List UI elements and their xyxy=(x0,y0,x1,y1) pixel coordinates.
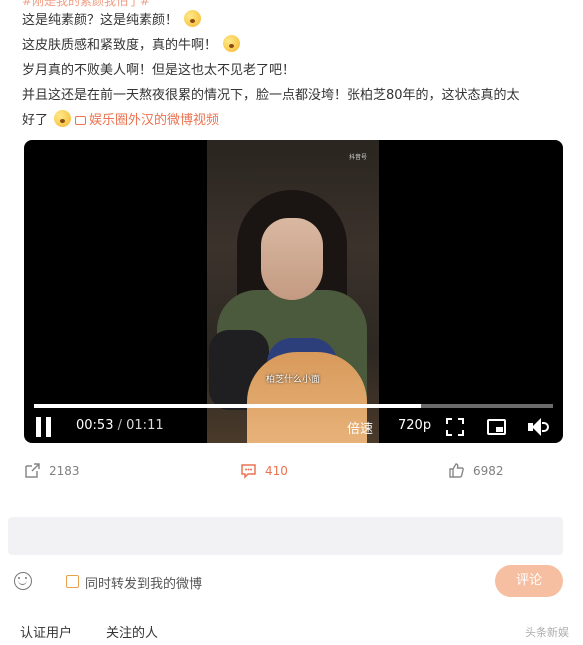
post-line-4: 并且这还是在前一天熬夜很累的情况下，脸一点都没垮！张柏芝80年的，这状态真的太 xyxy=(22,88,520,103)
current-time: 00:53 xyxy=(76,418,114,433)
time-display: 00:53 / 01:11 xyxy=(76,418,164,433)
duration: 01:11 xyxy=(126,418,164,433)
like-button[interactable]: 6982 xyxy=(448,462,504,479)
fullscreen-icon[interactable] xyxy=(446,418,464,436)
video-source-link[interactable]: 娱乐圈外汉的微博视频 xyxy=(75,113,219,128)
comment-icon xyxy=(241,464,256,479)
action-bar: 2183 410 6982 xyxy=(0,462,583,484)
post-line-5: 好了 娱乐圈外汉的微博视频 xyxy=(22,108,567,133)
thumbs-up-icon xyxy=(449,463,464,478)
speed-button[interactable]: 倍速 xyxy=(347,418,373,437)
comment-button[interactable]: 410 xyxy=(240,462,288,479)
post-line-3: 岁月真的不败美人啊！但是这也太不见老了吧！ xyxy=(22,63,296,78)
post-line-1: 这是纯素颜？这是纯素颜！ xyxy=(22,8,567,33)
shocked-emoji-icon xyxy=(184,10,202,27)
submit-comment-button[interactable]: 评论 xyxy=(495,565,563,597)
repost-label: 同时转发到我的微博 xyxy=(85,577,203,592)
post-text: 这是纯素颜？这是纯素颜！ 这皮肤质感和紧致度，真的牛啊！ 岁月真的不败美人啊！但… xyxy=(22,8,567,133)
video-player[interactable]: 抖音号 柏芝什么小面 00:53 / 01:11 倍速 720p xyxy=(24,140,563,443)
video-frame[interactable]: 抖音号 柏芝什么小面 xyxy=(207,140,379,443)
pause-icon[interactable] xyxy=(36,417,52,437)
time-separator: / xyxy=(117,418,122,433)
pip-icon[interactable] xyxy=(487,419,506,435)
surprised-emoji-icon xyxy=(223,35,241,52)
post-line-2: 这皮肤质感和紧致度，真的牛啊！ xyxy=(22,33,567,58)
comment-input[interactable] xyxy=(8,517,563,555)
progress-fill xyxy=(34,404,422,408)
video-link-icon xyxy=(75,116,87,125)
forward-icon xyxy=(25,463,40,478)
watermark-stamp: 头条新娱 xyxy=(525,626,569,639)
video-subtitle: 柏芝什么小面 xyxy=(265,375,320,385)
filter-verified-users[interactable]: 认证用户 xyxy=(20,622,72,641)
person-face xyxy=(261,218,323,300)
tiktok-watermark: 抖音号 xyxy=(348,154,367,161)
cheer-emoji-icon xyxy=(54,110,72,127)
progress-bar[interactable] xyxy=(34,404,553,408)
volume-icon[interactable] xyxy=(528,418,550,436)
repost-checkbox[interactable] xyxy=(66,575,79,588)
emoji-picker-icon[interactable] xyxy=(14,572,32,590)
quality-button[interactable]: 720p xyxy=(398,418,431,433)
filter-following[interactable]: 关注的人 xyxy=(106,622,158,641)
forward-button[interactable]: 2183 xyxy=(24,462,80,479)
